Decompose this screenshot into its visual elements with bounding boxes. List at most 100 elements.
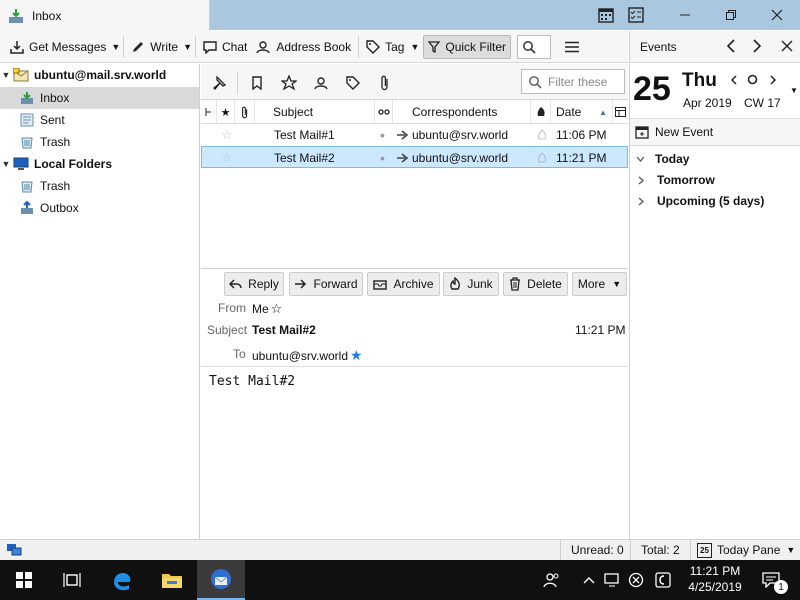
- chat-label: Chat: [222, 39, 248, 54]
- online-status-icon[interactable]: [6, 543, 22, 556]
- download-icon: [10, 40, 24, 54]
- forward-button[interactable]: Forward: [289, 272, 363, 296]
- to-field[interactable]: ubuntu@srv.world ★: [252, 347, 363, 364]
- chevron-right-icon[interactable]: [752, 39, 762, 53]
- filter-tags-button[interactable]: [341, 72, 365, 94]
- collapse-arrow-icon[interactable]: ▼: [0, 70, 12, 80]
- correspondents-column[interactable]: Correspondents: [393, 100, 531, 124]
- star-icon[interactable]: ☆: [221, 147, 233, 169]
- junk-button[interactable]: Junk: [443, 272, 499, 296]
- input-method-button[interactable]: [650, 560, 676, 600]
- windows-logo-icon: [16, 572, 32, 588]
- task-view-button[interactable]: [48, 560, 96, 600]
- write-dropdown[interactable]: ▼: [183, 42, 192, 52]
- close-icon[interactable]: [781, 40, 793, 52]
- next-day-icon[interactable]: [769, 75, 777, 85]
- chevron-down-icon: ▼: [786, 545, 796, 555]
- app-menu-button[interactable]: [565, 41, 580, 53]
- start-button[interactable]: [0, 560, 48, 600]
- account-name: ubuntu@mail.srv.world: [34, 68, 167, 82]
- today-pane-toggle[interactable]: 25 Today Pane ▼: [690, 540, 800, 560]
- reply-label: Reply: [248, 277, 279, 291]
- quick-filter-button[interactable]: Quick Filter: [423, 34, 512, 59]
- folder-sent[interactable]: Sent: [0, 109, 199, 131]
- address-book-button[interactable]: Address Book: [251, 35, 355, 59]
- maximize-button[interactable]: [708, 0, 754, 30]
- action-center-button[interactable]: 1: [752, 560, 792, 600]
- network-button[interactable]: [600, 560, 624, 600]
- collapse-arrow-icon[interactable]: ▼: [0, 159, 12, 169]
- pin-icon: [212, 76, 226, 90]
- edge-browser-button[interactable]: [98, 560, 146, 600]
- global-search-input[interactable]: [517, 34, 552, 59]
- thunderbird-taskbar-button[interactable]: [197, 560, 245, 600]
- tag-button[interactable]: Tag ▼: [362, 35, 423, 59]
- date-column[interactable]: Date ▲: [551, 100, 613, 124]
- archive-button[interactable]: Archive: [367, 272, 440, 296]
- file-explorer-button[interactable]: [148, 560, 196, 600]
- delete-button[interactable]: Delete: [503, 272, 568, 296]
- get-messages-button[interactable]: Get Messages: [6, 35, 110, 59]
- folder-local-folders[interactable]: ▼ Local Folders: [0, 153, 199, 175]
- read-dot-icon[interactable]: •: [380, 147, 385, 169]
- column-picker-icon: [615, 107, 626, 117]
- folder-account[interactable]: ▼ ubuntu@mail.srv.world: [0, 64, 199, 86]
- filter-starred-button[interactable]: [277, 72, 301, 94]
- message-subject: Test Mail#1: [274, 128, 335, 142]
- junk-status-icon[interactable]: [537, 147, 547, 169]
- star-icon: [281, 75, 297, 91]
- sticky-filter-button[interactable]: [207, 72, 231, 94]
- calendar-tab-icon[interactable]: [598, 7, 614, 23]
- section-upcoming[interactable]: Upcoming (5 days): [638, 194, 764, 208]
- volume-button[interactable]: [624, 560, 648, 600]
- previous-day-icon[interactable]: [730, 75, 738, 85]
- write-label: Write: [150, 39, 179, 54]
- show-hidden-icons-button[interactable]: [578, 560, 600, 600]
- junk-column[interactable]: [531, 100, 551, 124]
- reply-button[interactable]: Reply: [224, 272, 284, 296]
- folder-local-trash[interactable]: Trash: [0, 175, 199, 197]
- star-filled-icon[interactable]: ★: [350, 347, 363, 364]
- folder-outbox[interactable]: Outbox: [0, 197, 199, 219]
- write-button[interactable]: Write: [127, 35, 182, 59]
- read-column[interactable]: [375, 100, 393, 124]
- chevron-left-icon[interactable]: [726, 39, 736, 53]
- close-window-button[interactable]: [754, 0, 800, 30]
- clock[interactable]: 11:21 PM 4/25/2019: [680, 563, 750, 595]
- thread-column[interactable]: [201, 100, 217, 124]
- column-picker-button[interactable]: [613, 100, 628, 124]
- folder-inbox[interactable]: Inbox: [0, 87, 199, 109]
- filter-contact-button[interactable]: [309, 72, 333, 94]
- new-event-button[interactable]: New Event: [630, 118, 800, 146]
- events-header: Events: [629, 31, 800, 63]
- filter-attachment-button[interactable]: [373, 72, 397, 94]
- read-dot-icon[interactable]: •: [380, 124, 385, 146]
- star-outline-icon[interactable]: ☆: [271, 301, 283, 317]
- from-field[interactable]: Me ☆: [252, 301, 282, 317]
- tasks-tab-icon[interactable]: [628, 7, 644, 23]
- weekday-label: Thu: [682, 70, 717, 91]
- people-button[interactable]: [530, 560, 574, 600]
- section-tomorrow[interactable]: Tomorrow: [638, 173, 715, 187]
- attachment-column[interactable]: [235, 100, 255, 124]
- star-icon[interactable]: ☆: [221, 124, 233, 146]
- subject-column[interactable]: Subject: [255, 100, 375, 124]
- folder-trash[interactable]: Trash: [0, 131, 199, 153]
- section-today[interactable]: Today: [636, 152, 689, 166]
- today-circle-icon[interactable]: [747, 74, 758, 85]
- quick-filter-bar: Filter these: [201, 64, 628, 100]
- chevron-down-icon[interactable]: ▼: [790, 86, 798, 95]
- star-column[interactable]: ★: [217, 100, 235, 124]
- junk-status-icon[interactable]: [537, 124, 547, 146]
- get-messages-dropdown[interactable]: ▼: [111, 42, 120, 52]
- more-button[interactable]: More ▼: [572, 272, 627, 296]
- message-row[interactable]: ☆ Test Mail#1 • ubuntu@srv.world 11:06 P…: [201, 124, 628, 146]
- message-body[interactable]: Test Mail#2: [201, 366, 628, 539]
- filter-messages-input[interactable]: Filter these: [521, 69, 625, 94]
- message-row-selected[interactable]: ☆ Test Mail#2 • ubuntu@srv.world 11:21 P…: [201, 146, 628, 168]
- tab-inbox[interactable]: Inbox: [0, 0, 210, 31]
- divider: [630, 540, 631, 560]
- filter-unread-button[interactable]: [245, 72, 269, 94]
- chat-button[interactable]: Chat: [199, 35, 251, 59]
- minimize-button[interactable]: [662, 0, 708, 30]
